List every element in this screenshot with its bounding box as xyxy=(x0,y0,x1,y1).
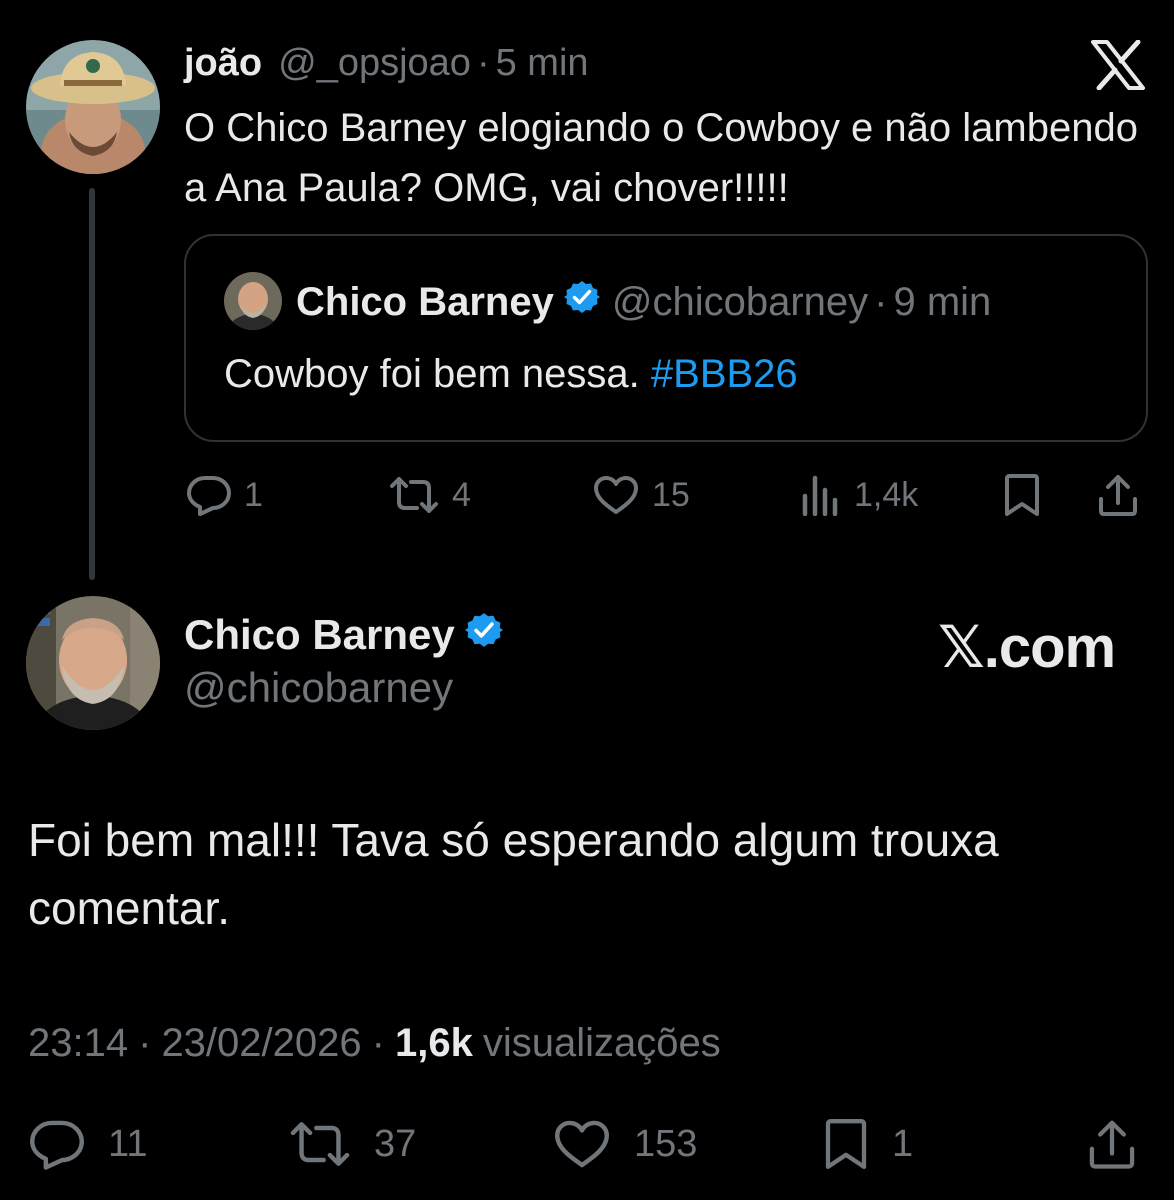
main-like-count: 153 xyxy=(634,1122,698,1165)
main-tweet-meta: 23:14 · 23/02/2026 · 1,6k visualizações xyxy=(28,1018,721,1068)
parent-views-count: 1,4k xyxy=(854,475,919,514)
main-reply-count: 11 xyxy=(108,1122,148,1165)
separator-dot: · xyxy=(874,279,888,324)
main-views-label: visualizações xyxy=(482,1020,721,1065)
share-icon xyxy=(1089,1120,1135,1169)
parent-tweet-header: joão @_opsjoao · 5 min xyxy=(184,40,589,86)
thread-line xyxy=(89,188,95,580)
verified-badge-icon xyxy=(563,279,600,325)
quote-text-body: Cowboy foi bem nessa. xyxy=(224,352,640,396)
repost-icon xyxy=(390,477,438,513)
parent-like-button[interactable]: 15 xyxy=(592,470,690,520)
x-logo-icon xyxy=(1090,39,1146,91)
quote-header: Chico Barney @chicobarney · 9 min xyxy=(296,278,991,326)
parent-timestamp[interactable]: 5 min xyxy=(496,42,589,85)
quote-author-handle[interactable]: @chicobarney xyxy=(612,280,868,325)
quote-timestamp[interactable]: 9 min xyxy=(893,280,991,325)
parent-like-count: 15 xyxy=(652,475,690,514)
avatar-chico[interactable] xyxy=(26,596,160,730)
quote-text: Cowboy foi bem nessa. #BBB26 xyxy=(224,352,798,397)
parent-bookmark-button[interactable] xyxy=(1002,470,1042,520)
hashtag-link[interactable]: #BBB26 xyxy=(651,352,798,396)
quoted-tweet-card[interactable]: Chico Barney @chicobarney · 9 min Cowboy… xyxy=(184,234,1148,442)
parent-repost-button[interactable]: 4 xyxy=(388,470,471,520)
main-tweet-text: Foi bem mal!!! Tava só esperando algum t… xyxy=(28,814,999,934)
main-time[interactable]: 23:14 xyxy=(28,1021,128,1066)
repost-icon xyxy=(290,1122,350,1166)
main-bookmark-count: 1 xyxy=(892,1122,914,1165)
reply-icon xyxy=(30,1120,84,1170)
main-reply-button[interactable]: 11 xyxy=(28,1116,147,1172)
main-date[interactable]: 23/02/2026 xyxy=(161,1021,361,1066)
parent-views-button[interactable]: 1,4k xyxy=(800,470,918,520)
separator-dot: · xyxy=(138,1020,152,1065)
avatar-joao[interactable] xyxy=(26,40,160,174)
reply-icon xyxy=(187,476,231,516)
main-share-button[interactable] xyxy=(1086,1116,1138,1172)
main-like-button[interactable]: 153 xyxy=(552,1116,697,1172)
bookmark-icon xyxy=(1005,474,1039,516)
parent-reply-button[interactable]: 1 xyxy=(186,470,263,520)
verified-badge-icon xyxy=(464,611,503,659)
like-icon xyxy=(555,1120,609,1168)
parent-reply-count: 1 xyxy=(244,475,263,514)
bookmark-icon xyxy=(825,1119,867,1169)
quote-author-avatar xyxy=(224,272,282,330)
main-author-row: Chico Barney xyxy=(184,610,503,660)
parent-author-handle[interactable]: @_opsjoao xyxy=(278,42,471,85)
main-repost-count: 37 xyxy=(374,1122,417,1165)
main-views-count: 1,6k xyxy=(394,1020,473,1065)
views-icon xyxy=(802,475,838,516)
separator-dot: · xyxy=(371,1020,385,1065)
main-author-handle[interactable]: @chicobarney xyxy=(184,664,453,712)
parent-tweet-text: O Chico Barney elogiando o Cowboy e não … xyxy=(184,106,1138,210)
separator-dot: · xyxy=(476,41,490,84)
xcom-watermark: 𝕏.com xyxy=(938,615,1116,680)
share-icon xyxy=(1099,475,1137,516)
parent-share-button[interactable] xyxy=(1096,470,1140,520)
like-icon xyxy=(594,476,638,514)
main-bookmark-button[interactable]: 1 xyxy=(822,1116,913,1172)
parent-author-name[interactable]: joão xyxy=(184,42,262,85)
main-author-name[interactable]: Chico Barney xyxy=(184,611,455,659)
quote-author-name[interactable]: Chico Barney xyxy=(296,280,554,325)
main-repost-button[interactable]: 37 xyxy=(288,1116,416,1172)
parent-repost-count: 4 xyxy=(452,475,471,514)
